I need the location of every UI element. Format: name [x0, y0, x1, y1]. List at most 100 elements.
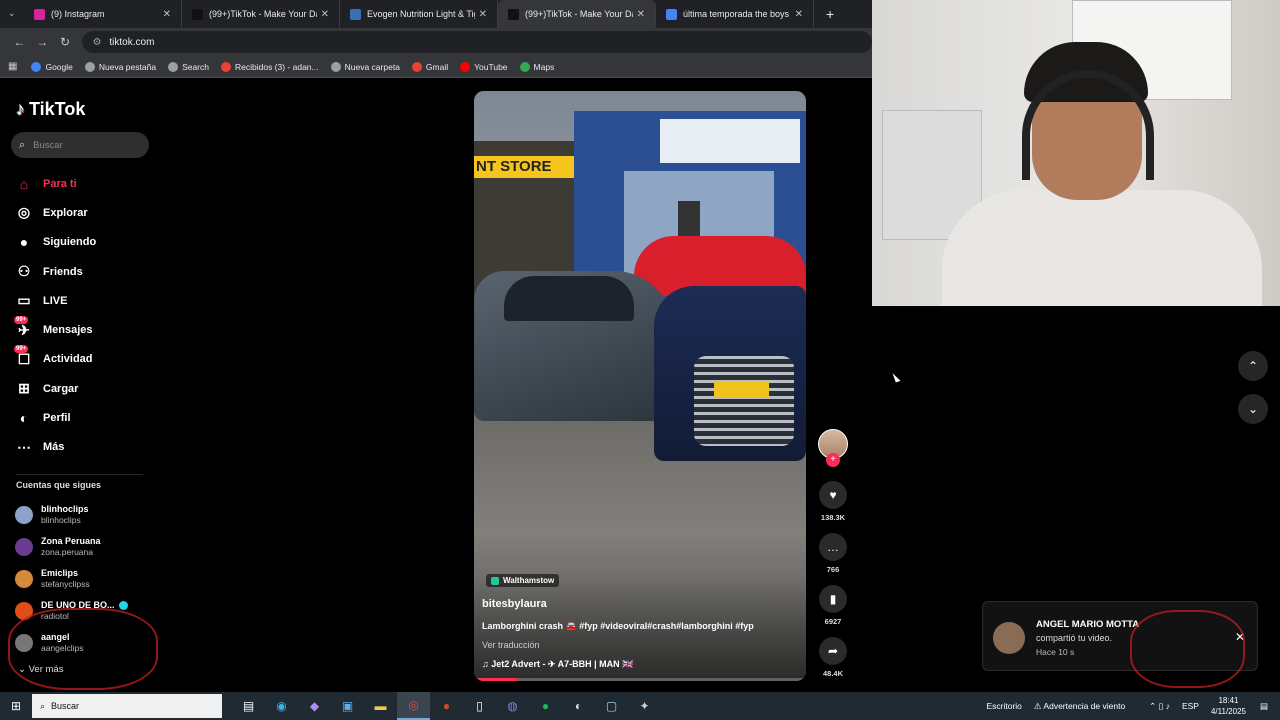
apps-grid-icon[interactable]: ▦	[8, 61, 17, 72]
comment-count: 766	[826, 565, 840, 574]
comment-icon[interactable]: …	[819, 533, 847, 561]
app-window-icon[interactable]: ▢	[595, 692, 628, 720]
tab-close-icon[interactable]: ✕	[163, 9, 171, 20]
account-username: zona.peruana	[41, 547, 93, 557]
mouse-cursor	[892, 371, 901, 383]
tab-bar: ⌄ (9) Instagram ✕ (99+)TikTok - Make Your …	[0, 0, 872, 28]
tray-icons[interactable]: ⌃ ▯ ♪	[1149, 701, 1170, 712]
share-icon[interactable]: ➦	[819, 637, 847, 665]
copilot-icon[interactable]: ◆	[298, 692, 331, 720]
tab-search-chevron-icon[interactable]: ⌄	[8, 8, 16, 19]
video-author[interactable]: bitesbylaura	[482, 598, 547, 610]
tab-close-icon[interactable]: ✕	[795, 9, 803, 20]
following-account[interactable]: Emiclips stefanyclipss	[15, 563, 128, 595]
like-action[interactable]: ♥ 138.3K	[819, 481, 847, 522]
home-icon: ⌂	[19, 175, 29, 192]
sidebar-item-más[interactable]: ⋯ Más	[14, 433, 96, 462]
bookmark-label: YouTube	[474, 61, 508, 72]
chrome-icon[interactable]: ◎	[397, 692, 430, 720]
share-count: 48.4K	[822, 669, 843, 678]
following-account[interactable]: Zona Peruana zona.peruana	[15, 531, 128, 563]
music-info[interactable]: ♫ Jet2 Advert - ✈ A7-BBH | MAN 🇬🇧	[482, 659, 633, 670]
following-account[interactable]: blinhoclips blinhoclips	[15, 499, 128, 531]
file-explorer-icon[interactable]: ▬	[364, 692, 397, 720]
sidebar-item-para-ti[interactable]: ⌂ Para ti	[14, 169, 96, 198]
discord-icon[interactable]: ◍	[496, 692, 529, 720]
sidebar-item-perfil[interactable]: ◐ Perfil	[14, 403, 96, 432]
browser-tab[interactable]: (99+)TikTok - Make Your Day ✕	[182, 0, 340, 28]
bookmark-item[interactable]: Google	[31, 61, 73, 72]
bookmark-item[interactable]: Recibidos (3) - adan...	[221, 61, 319, 72]
bookmark-favicon-icon	[411, 61, 422, 72]
edge-icon[interactable]: ◉	[265, 692, 298, 720]
clock[interactable]: 18:41 4/11/2025	[1211, 695, 1246, 717]
bookmark-item[interactable]: Nueva pestaña	[84, 61, 156, 72]
notepad-icon[interactable]: ▯	[463, 692, 496, 720]
sidebar-item-actividad[interactable]: ☐ 99+ Actividad	[14, 345, 96, 374]
avatar	[15, 538, 33, 556]
taskbar-search-icon: ⌕	[40, 700, 46, 711]
search-input[interactable]	[33, 139, 134, 151]
browser-tab[interactable]: (9) Instagram ✕	[24, 0, 182, 28]
sidebar-divider	[16, 474, 143, 475]
obs-icon[interactable]: ◐	[562, 692, 595, 720]
weather-warning[interactable]: ⚠ Advertencia de viento	[1034, 701, 1137, 712]
next-video-button[interactable]: ⌄	[1238, 394, 1268, 424]
address-bar[interactable]: ⚙ tiktok.com	[82, 31, 872, 53]
bookmark-item[interactable]: YouTube	[460, 61, 508, 72]
browser-tab[interactable]: Evogen Nutrition Light & Tight ✕	[340, 0, 498, 28]
desktop-toolbar-label[interactable]: Escritorio	[986, 701, 1021, 711]
bookmark-item[interactable]: Maps	[519, 61, 554, 72]
settings-icon[interactable]: ✦	[628, 692, 661, 720]
sidebar-item-label: Cargar	[43, 382, 79, 395]
translate-link[interactable]: Ver traducción	[482, 640, 540, 650]
new-tab-button[interactable]: +	[826, 6, 834, 22]
sidebar-item-live[interactable]: ▭ LIVE	[14, 286, 96, 315]
windows-start-icon[interactable]: ⊞	[0, 699, 32, 713]
sidebar-item-siguiendo[interactable]: ● Siguiendo	[14, 228, 96, 257]
clock-time: 18:41	[1218, 696, 1239, 705]
sidebar-item-friends[interactable]: ⚇ Friends	[14, 257, 96, 286]
bookmark-item[interactable]: Gmail	[411, 61, 448, 72]
save-count: 6927	[824, 617, 842, 626]
notification-body: compartió tu video.	[1036, 633, 1113, 643]
tab-close-icon[interactable]: ✕	[321, 9, 329, 20]
notification-time: Hace 10 s	[1036, 647, 1075, 657]
bookmark-item[interactable]: Nueva carpeta	[330, 61, 400, 72]
search-box[interactable]: ⌕	[11, 132, 149, 158]
browser-tab[interactable]: última temporada the boys - Bu ✕	[656, 0, 814, 28]
reload-icon[interactable]: ↻	[54, 35, 77, 49]
comment-action[interactable]: … 766	[819, 533, 847, 574]
video-progress-bar[interactable]	[474, 678, 806, 681]
previous-video-button[interactable]: ⌃	[1238, 351, 1268, 381]
bookmark-item[interactable]: Search	[168, 61, 209, 72]
notification-title: ANGEL MARIO MOTTA	[1036, 619, 1140, 630]
follow-plus-icon[interactable]: +	[826, 453, 840, 467]
notification-center-icon[interactable]: ▤	[1260, 701, 1268, 712]
site-info-icon[interactable]: ⚙	[92, 37, 101, 48]
back-icon[interactable]: ←	[8, 35, 31, 49]
video-player[interactable]: NT STORE Walthamstow bitesbylaura Lambor…	[474, 91, 806, 681]
language-indicator[interactable]: ESP	[1182, 701, 1199, 711]
tab-close-icon[interactable]: ✕	[479, 9, 487, 20]
sidebar-item-label: Friends	[43, 265, 83, 278]
account-name: Zona Peruana	[41, 536, 101, 546]
share-action[interactable]: ➦ 48.4K	[819, 637, 847, 678]
spotify-icon[interactable]: ●	[529, 692, 562, 720]
sidebar-item-cargar[interactable]: ⊞ Cargar	[14, 374, 96, 403]
browser-tab[interactable]: (99+)TikTok - Make Your Day ✕	[498, 0, 656, 28]
forward-icon[interactable]: →	[31, 35, 54, 49]
location-tag[interactable]: Walthamstow	[486, 574, 560, 587]
task-view-icon[interactable]: ▤	[232, 692, 265, 720]
taskbar-search[interactable]: ⌕ Buscar	[32, 694, 222, 718]
tab-close-icon[interactable]: ✕	[637, 9, 645, 20]
save-action[interactable]: ▮ 6927	[819, 585, 847, 626]
sidebar-item-explorar[interactable]: ◎ Explorar	[14, 198, 96, 227]
powerpoint-icon[interactable]: ●	[430, 692, 463, 720]
tiktok-logo[interactable]: ♪ TikTok	[16, 99, 85, 120]
heart-icon[interactable]: ♥	[819, 481, 847, 509]
bookmark-favicon-icon	[84, 61, 95, 72]
sidebar-item-mensajes[interactable]: ✈ 99+ Mensajes	[14, 315, 96, 344]
store-icon[interactable]: ▣	[331, 692, 364, 720]
bookmark-icon[interactable]: ▮	[819, 585, 847, 613]
